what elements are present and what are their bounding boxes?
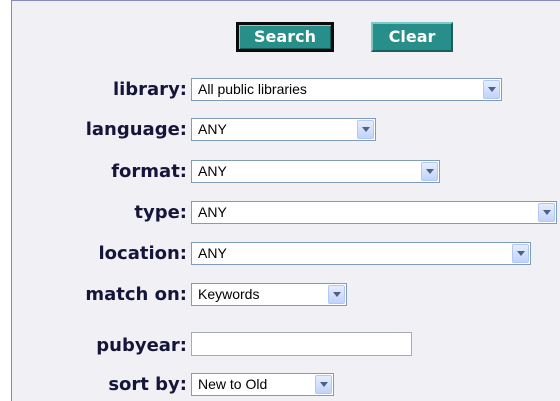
sort-by-label: sort by:: [108, 374, 187, 395]
language-label: language:: [85, 119, 187, 140]
match-on-select[interactable]: Keywords: [191, 283, 347, 306]
clear-button[interactable]: Clear: [371, 22, 453, 52]
match-on-label: match on:: [85, 284, 187, 305]
location-select-value: ANY: [198, 245, 227, 261]
format-select-value: ANY: [198, 163, 227, 179]
search-button[interactable]: Search: [236, 22, 334, 52]
language-select[interactable]: ANY: [191, 118, 376, 141]
type-select-value: ANY: [198, 204, 227, 220]
type-select[interactable]: ANY: [191, 201, 557, 224]
location-label: location:: [98, 243, 187, 264]
chevron-down-icon[interactable]: [328, 285, 345, 304]
match-on-select-value: Keywords: [198, 286, 260, 302]
pubyear-label: pubyear:: [96, 335, 187, 356]
format-select[interactable]: ANY: [191, 160, 440, 183]
chevron-down-icon[interactable]: [512, 244, 529, 263]
chevron-down-icon[interactable]: [421, 162, 438, 181]
chevron-down-icon[interactable]: [315, 375, 332, 394]
type-label: type:: [134, 202, 187, 223]
chevron-down-icon[interactable]: [357, 120, 374, 139]
language-select-value: ANY: [198, 121, 227, 137]
search-form-panel: Search Clear library: All public librari…: [11, 0, 560, 401]
chevron-down-icon[interactable]: [538, 203, 555, 222]
library-label: library:: [112, 79, 187, 100]
sort-by-select[interactable]: New to Old: [191, 373, 334, 396]
sort-by-select-value: New to Old: [198, 376, 268, 392]
library-select-value: All public libraries: [198, 81, 307, 97]
library-select[interactable]: All public libraries: [191, 78, 502, 101]
pubyear-input[interactable]: [191, 332, 412, 356]
chevron-down-icon[interactable]: [483, 80, 500, 99]
format-label: format:: [111, 161, 187, 182]
location-select[interactable]: ANY: [191, 242, 531, 265]
